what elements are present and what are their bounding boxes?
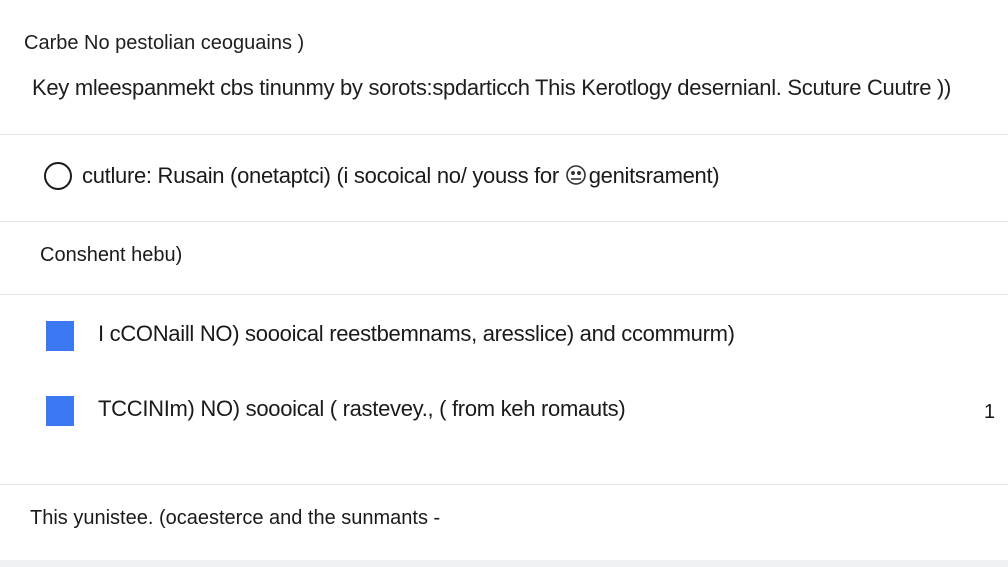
divider bbox=[0, 294, 1008, 295]
radio-option-row[interactable]: cutlure: Rusain (onetaptci) (i socoical … bbox=[0, 135, 1008, 221]
checkbox[interactable] bbox=[46, 396, 74, 426]
section-heading: Conshent hebu) bbox=[40, 244, 183, 266]
page-title: Carbe No pestolian ceoguains ) bbox=[24, 32, 305, 54]
checkbox-label: TCCINIm) NO) soooical ( rastevey., ( fro… bbox=[98, 396, 626, 421]
checkbox-row[interactable]: TCCINIm) NO) soooical ( rastevey., ( fro… bbox=[0, 380, 1008, 440]
bottom-band bbox=[0, 560, 1008, 567]
radio-option-text: cutlure: Rusain (onetaptci) (i socoical … bbox=[82, 163, 565, 188]
header: Carbe No pestolian ceoguains ) Key mlees… bbox=[0, 0, 1008, 134]
radio-option-tail: genitsrament) bbox=[588, 163, 720, 188]
item-count: 1 bbox=[984, 401, 996, 423]
radio-button[interactable] bbox=[44, 162, 72, 190]
page-subtitle: Key mleespanmekt cbs tinunmy by sorots:s… bbox=[32, 75, 952, 100]
footer-text: This yunistee. (ocaesterce and the sunma… bbox=[30, 507, 441, 529]
checkbox[interactable] bbox=[46, 321, 74, 351]
divider bbox=[0, 484, 1008, 485]
checkbox-row[interactable]: I cCONaill NO) soooical reestbemnams, ar… bbox=[0, 305, 1008, 365]
radio-option-label: cutlure: Rusain (onetaptci) (i socoical … bbox=[82, 163, 720, 189]
page: Carbe No pestolian ceoguains ) Key mlees… bbox=[0, 0, 1008, 567]
divider bbox=[0, 221, 1008, 222]
avatar-icon bbox=[565, 164, 587, 186]
checkbox-label: I cCONaill NO) soooical reestbemnams, ar… bbox=[98, 321, 735, 346]
